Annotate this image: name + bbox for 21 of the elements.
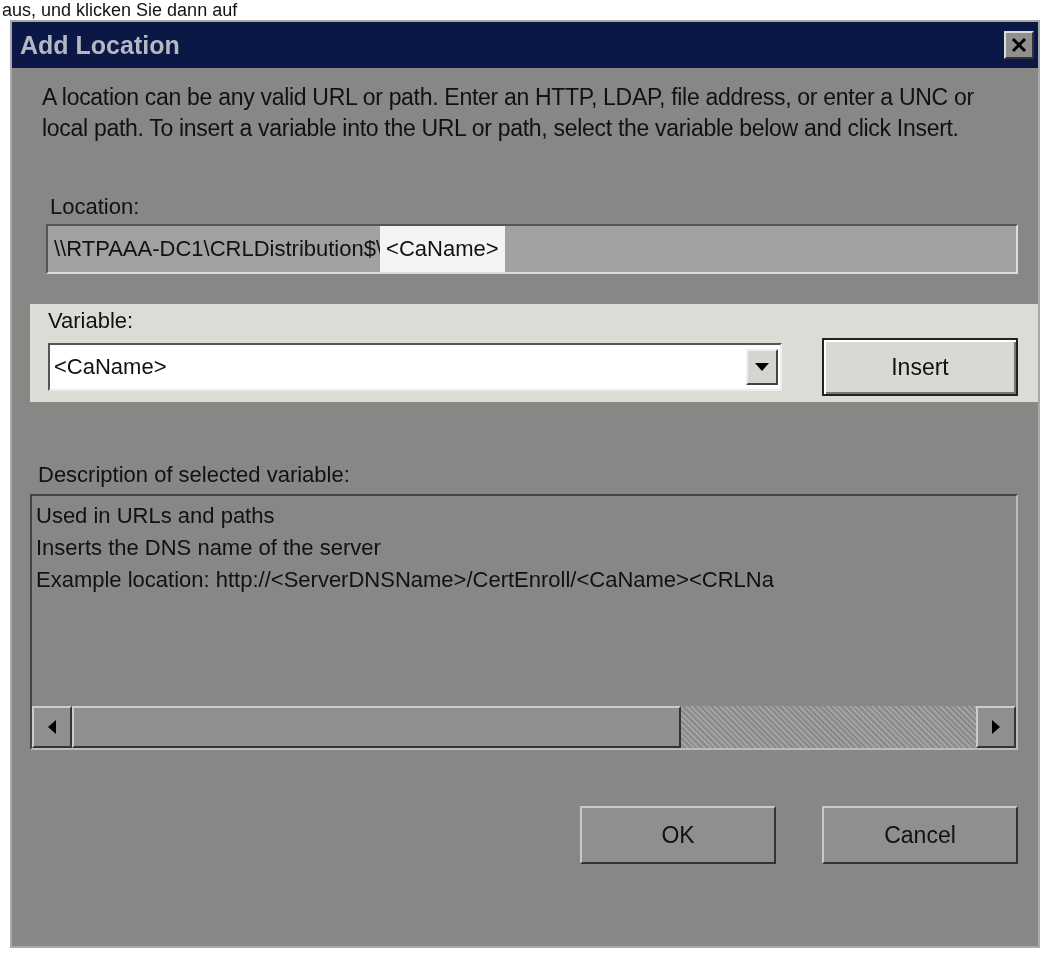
- page-text: aus, und klicken Sie dann auf: [1, 0, 239, 20]
- instruction-text: A location can be any valid URL or path. Enter an HTTP, LDAP, file address, or enter a UNC or local path. To insert a variable into the URL or path, select the variable below and click Insert.: [42, 83, 975, 143]
- horizontal-scrollbar[interactable]: [32, 706, 1016, 748]
- description-line: Example location: http://<ServerDNSName>/CertEnroll/<CaName><CRLNa: [36, 566, 775, 594]
- variable-label: Variable:: [48, 308, 135, 334]
- location-label: Location:: [50, 194, 141, 220]
- dialog-button[interactable]: OK: [580, 806, 776, 864]
- scrollbar-thumb[interactable]: [72, 706, 681, 748]
- close-icon: [1010, 36, 1028, 54]
- variable-dropdown[interactable]: <CaName>: [48, 343, 782, 391]
- location-field[interactable]: \\RTPAAA-DC1\CRLDistribution$\ <CaName>: [46, 224, 1018, 274]
- scroll-left-icon: [47, 720, 57, 734]
- dropdown-arrow-icon: [755, 363, 769, 371]
- dialog-button[interactable]: Cancel: [822, 806, 1018, 864]
- scroll-right-icon: [991, 720, 1001, 734]
- description-line: Inserts the DNS name of the server: [36, 534, 382, 562]
- description-line: Used in URLs and paths: [36, 502, 276, 530]
- description-label: Description of selected variable:: [38, 462, 351, 488]
- close-button[interactable]: [1004, 31, 1034, 59]
- window-title: Add Location: [20, 30, 180, 60]
- insert-button[interactable]: Insert: [822, 338, 1018, 396]
